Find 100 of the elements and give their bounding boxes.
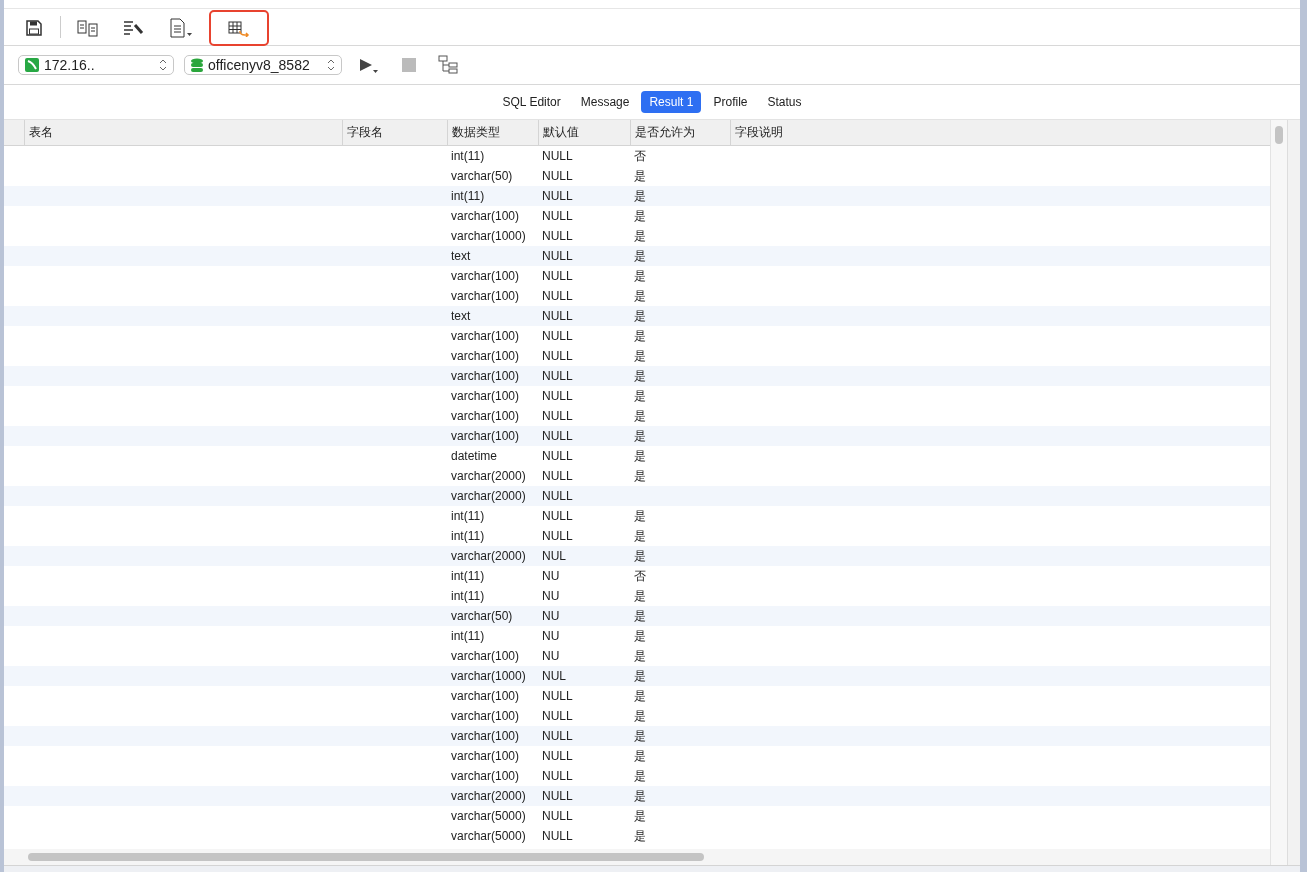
table-cell-text: 是 xyxy=(633,527,647,545)
table-cell-text: varchar(100) xyxy=(450,408,521,425)
table-cell-text: varchar(100) xyxy=(450,388,521,405)
table-cell-text: NULL xyxy=(541,448,574,465)
result-tab[interactable]: Result 1 xyxy=(641,91,702,113)
table-cell-text: 是 xyxy=(633,367,647,385)
table-cell-text: 是 xyxy=(633,227,647,245)
table-cell-text: NULL xyxy=(541,788,574,805)
table-cell-text: NULL xyxy=(541,768,574,785)
result-tab[interactable]: Profile xyxy=(705,91,756,113)
table-cell-text: varchar(100) xyxy=(450,748,521,765)
table-cell-text: NULL xyxy=(541,828,574,845)
result-tab[interactable]: Status xyxy=(759,91,810,113)
table-cell-text: 是 xyxy=(633,827,647,845)
table-cell-text: 是 xyxy=(633,787,647,805)
table-cell-text: NULL xyxy=(541,228,574,245)
table-cell-text: 是 xyxy=(633,347,647,365)
table-cell-text: 是 xyxy=(633,727,647,745)
table-cell-text: NULL xyxy=(541,368,574,385)
table-cell-text: varchar(100) xyxy=(450,428,521,445)
table-cell-text: 否 xyxy=(633,567,647,585)
table-cell-text: int(11) xyxy=(450,148,486,165)
table-cell-text: varchar(100) xyxy=(450,328,521,345)
table-cell-text: 是 xyxy=(633,747,647,765)
table-cell-text: int(11) xyxy=(450,628,486,645)
table-cell-text: varchar(100) xyxy=(450,728,521,745)
table-cell-text: varchar(1000) xyxy=(450,228,527,245)
table-cell-text: NU xyxy=(541,608,561,625)
table-cell-text: NU xyxy=(541,568,561,585)
table-cell-text: varchar(50) xyxy=(450,608,514,625)
table-cell-text: NULL xyxy=(541,308,574,325)
database-select[interactable]: officenyv8_8582 xyxy=(184,55,342,75)
table-cell-text: varchar(100) xyxy=(450,348,521,365)
table-cell-text: NULL xyxy=(541,168,574,185)
connection-select[interactable]: 172.16.. xyxy=(18,55,174,75)
table-cell-text: 是 xyxy=(633,467,647,485)
table-cell-text: 是 xyxy=(633,307,647,325)
result-tab[interactable]: Message xyxy=(572,91,638,113)
tree-icon xyxy=(438,55,458,75)
table-cell-text: NULL xyxy=(541,148,574,165)
table-cell-text: varchar(2000) xyxy=(450,488,527,505)
table-cell-text: NULL xyxy=(541,528,574,545)
column-header[interactable]: 是否允许为 xyxy=(630,120,730,145)
table-cell-text: 是 xyxy=(633,267,647,285)
stop-icon xyxy=(402,58,416,72)
table-cell-text: varchar(2000) xyxy=(450,548,527,565)
result-tab[interactable]: SQL Editor xyxy=(494,91,569,113)
table-cell-text: varchar(100) xyxy=(450,768,521,785)
table-cell-text: varchar(100) xyxy=(450,268,521,285)
table-cell-text: NULL xyxy=(541,688,574,705)
table-cell-text: NUL xyxy=(541,548,567,565)
database-icon xyxy=(191,57,203,73)
table-cell-text: varchar(2000) xyxy=(450,468,527,485)
table-cell-text: int(11) xyxy=(450,528,486,545)
table-cell-text: varchar(100) xyxy=(450,208,521,225)
table-cell-text: varchar(100) xyxy=(450,688,521,705)
table-cell-text: int(11) xyxy=(450,188,486,205)
scrollbar-thumb[interactable] xyxy=(28,853,704,861)
table-cell-text: 是 xyxy=(633,507,647,525)
column-header[interactable]: 字段名 xyxy=(342,120,447,145)
table-cell-text: 是 xyxy=(633,287,647,305)
table-cell-text: NULL xyxy=(541,348,574,365)
table-cell-text: NULL xyxy=(541,408,574,425)
table-cell-text: NULL xyxy=(541,808,574,825)
table-cell-text: 是 xyxy=(633,767,647,785)
table-cell-text: varchar(100) xyxy=(450,368,521,385)
table-cell-text: datetime xyxy=(450,448,499,465)
column-header[interactable]: 表名 xyxy=(24,120,342,145)
table-cell-text: NULL xyxy=(541,248,574,265)
format-icon xyxy=(123,19,145,37)
table-cell-text: 是 xyxy=(633,607,647,625)
table-cell-text: 是 xyxy=(633,427,647,445)
table-cell-text: int(11) xyxy=(450,588,486,605)
table-cell-text: 是 xyxy=(633,627,647,645)
table-cell-text: 是 xyxy=(633,807,647,825)
export-button[interactable] xyxy=(209,10,269,46)
compare-icon xyxy=(77,19,99,37)
table-cell-text: varchar(5000) xyxy=(450,808,527,825)
table-export-icon xyxy=(228,19,250,37)
table-cell-text: varchar(100) xyxy=(450,648,521,665)
column-header[interactable]: 默认值 xyxy=(538,120,630,145)
table-cell-text: 是 xyxy=(633,447,647,465)
scrollbar-thumb[interactable] xyxy=(1275,126,1283,144)
table-cell-text: 是 xyxy=(633,207,647,225)
table-cell-text: 是 xyxy=(633,547,647,565)
table-cell-text: NULL xyxy=(541,208,574,225)
table-cell-text: NULL xyxy=(541,728,574,745)
table-cell-text: varchar(2000) xyxy=(450,788,527,805)
table-cell-text: NULL xyxy=(541,468,574,485)
table-cell-text: NULL xyxy=(541,708,574,725)
table-cell-text: 是 xyxy=(633,647,647,665)
table-cell-text: 否 xyxy=(633,147,647,165)
table-cell-text: NU xyxy=(541,588,561,605)
table-cell-text: NULL xyxy=(541,388,574,405)
column-header[interactable]: 数据类型 xyxy=(447,120,538,145)
stepper-icon xyxy=(327,59,335,71)
connection-icon xyxy=(25,58,39,72)
table-cell-text: NU xyxy=(541,648,561,665)
table-cell-text: NU xyxy=(541,628,561,645)
table-cell-text: NULL xyxy=(541,488,574,505)
